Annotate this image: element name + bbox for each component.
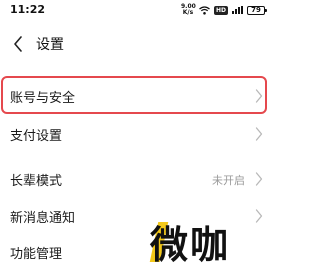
chevron-left-icon — [14, 36, 22, 52]
chevron-right-icon — [255, 127, 263, 141]
menu-item-label: 长辈模式 — [10, 174, 63, 189]
watermark-label: 微咖 — [149, 222, 230, 267]
chevron-right-icon — [255, 172, 263, 186]
menu-item-label: 新消息通知 — [10, 211, 76, 226]
menu-item-label: 账号与安全 — [10, 91, 76, 106]
status-bar: 11:22 9.00 K/s HD 79 — [0, 0, 271, 22]
header: 设置 — [0, 28, 271, 60]
wifi-icon — [199, 5, 210, 15]
battery-level: 79 — [251, 5, 261, 14]
menu-item-label: 支付设置 — [10, 129, 63, 144]
menu-item-payment-settings[interactable]: 支付设置 — [0, 114, 271, 154]
battery-icon: 79 — [247, 5, 267, 15]
hd-badge: HD — [213, 5, 228, 15]
chevron-right-icon — [255, 89, 263, 103]
menu-item-label: 功能管理 — [10, 247, 63, 262]
menu-item-value: 未开启 — [212, 174, 245, 187]
back-button[interactable] — [4, 30, 32, 58]
signal-icon — [232, 6, 243, 14]
menu-item-account-security[interactable]: 账号与安全 — [0, 76, 271, 116]
status-icons: 9.00 K/s HD 79 — [181, 4, 267, 16]
watermark-logo: 微咖 — [114, 212, 266, 270]
page-title: 设置 — [36, 37, 64, 53]
menu-item-elder-mode[interactable]: 长辈模式 未开启 — [0, 159, 271, 199]
network-speed: 9.00 K/s — [181, 4, 196, 16]
status-time: 11:22 — [10, 3, 46, 16]
network-speed-unit: K/s — [182, 9, 194, 16]
watermark-text: 微咖 — [149, 214, 230, 269]
